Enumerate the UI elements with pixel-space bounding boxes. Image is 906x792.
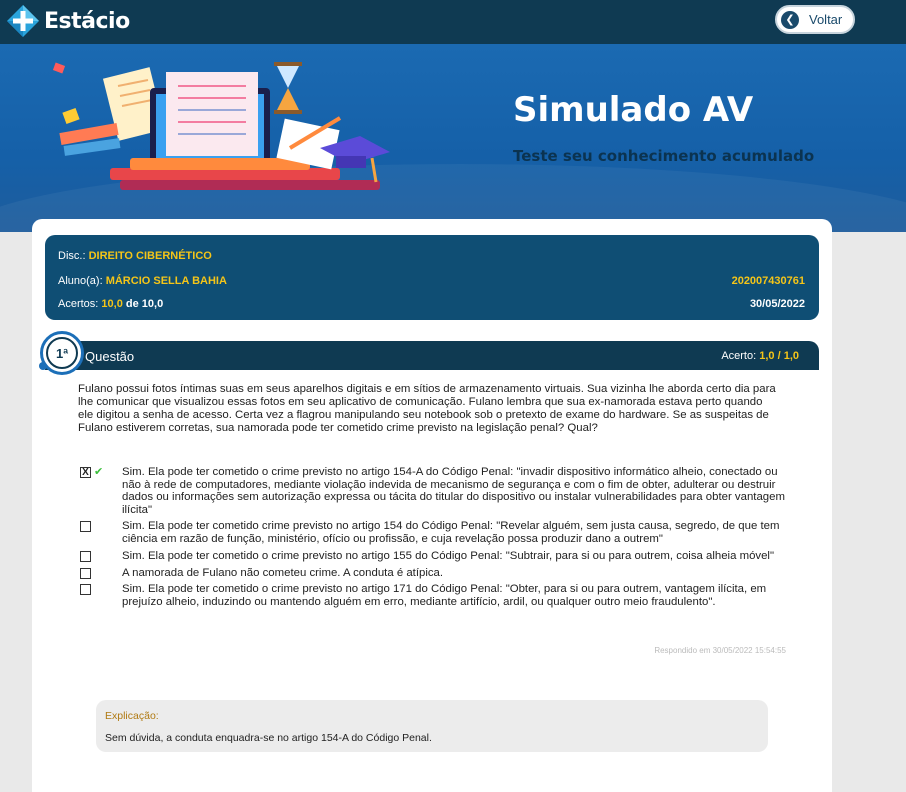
question-score: Acerto: 1,0 / 1,0 [721, 350, 799, 362]
exam-card: Disc.: DIREITO CIBERNÉTICO Aluno(a): MÁR… [32, 219, 832, 792]
option-c[interactable]: Sim. Ela pode ter cometido o crime previ… [78, 550, 798, 563]
score-row: Acertos: 10,0 de 10,0 [58, 298, 163, 310]
option-checkbox[interactable] [80, 521, 91, 532]
question-number: 1ª [46, 337, 78, 369]
acertos-label: Acertos: [58, 298, 99, 310]
estacio-logo[interactable]: Estácio [6, 4, 130, 38]
question-header: 1ª Questão Acerto: 1,0 / 1,0 [39, 331, 819, 375]
student-label: Aluno(a): [58, 275, 103, 287]
answer-options: X ✔ Sim. Ela pode ter cometido o crime p… [78, 466, 798, 608]
explanation-body: Sem dúvida, a conduta enquadra-se no art… [105, 732, 432, 744]
option-text: Sim. Ela pode ter cometido crime previst… [122, 520, 780, 545]
student-name: MÁRCIO SELLA BAHIA [105, 275, 227, 287]
student-id: 202007430761 [731, 275, 805, 287]
option-text: Sim. Ela pode ter cometido o crime previ… [122, 583, 767, 608]
disc-value: DIREITO CIBERNÉTICO [88, 250, 212, 262]
badge-dot [39, 362, 47, 370]
option-d[interactable]: A namorada de Fulano não cometeu crime. … [78, 567, 798, 580]
score-total: / 1,0 [777, 350, 799, 362]
option-text: A namorada de Fulano não cometeu crime. … [122, 566, 444, 579]
option-checkbox[interactable] [80, 551, 91, 562]
hero-banner: Simulado AV Teste seu conhecimento acumu… [0, 44, 906, 232]
option-e[interactable]: Sim. Ela pode ter cometido o crime previ… [78, 583, 798, 608]
question-text: Fulano possui fotos íntimas suas em seus… [78, 383, 776, 434]
acertos-total: de 10,0 [125, 298, 164, 310]
question-number-badge: 1ª [39, 331, 84, 375]
score-label: Acerto: [721, 350, 757, 362]
exam-date: 30/05/2022 [749, 298, 805, 310]
question-label: Questão [85, 349, 135, 364]
option-b[interactable]: Sim. Ela pode ter cometido crime previst… [78, 520, 798, 545]
chevron-left-icon: ❮ [781, 10, 799, 29]
student-row: Aluno(a): MÁRCIO SELLA BAHIA [58, 275, 227, 287]
score-value: 1,0 [759, 350, 775, 362]
explanation-box: Explicação: Sem dúvida, a conduta enquad… [96, 700, 768, 752]
page-subtitle: Teste seu conhecimento acumulado [513, 147, 815, 165]
disc-label: Disc.: [58, 250, 86, 262]
page-title: Simulado AV [513, 90, 754, 130]
top-bar: Estácio ❮ Voltar [0, 0, 906, 44]
explanation-title: Explicação: [105, 710, 159, 722]
option-checkbox[interactable] [80, 567, 91, 579]
option-text: Sim. Ela pode ter cometido o crime previ… [122, 466, 785, 516]
option-checkbox[interactable] [80, 584, 91, 595]
answered-timestamp: Respondido em 30/05/2022 15:54:55 [654, 646, 786, 655]
study-illustration [52, 62, 390, 190]
option-a[interactable]: X ✔ Sim. Ela pode ter cometido o crime p… [78, 466, 798, 516]
back-button-label: Voltar [809, 12, 843, 27]
back-button[interactable]: ❮ Voltar [775, 5, 855, 34]
estacio-logo-icon [7, 5, 39, 37]
brand-name: Estácio [44, 8, 130, 34]
disc-row: Disc.: DIREITO CIBERNÉTICO [58, 250, 212, 262]
student-info-panel: Disc.: DIREITO CIBERNÉTICO Aluno(a): MÁR… [45, 235, 819, 320]
option-text: Sim. Ela pode ter cometido o crime previ… [122, 550, 775, 562]
option-checkbox[interactable]: X [80, 467, 91, 478]
acertos-value: 10,0 [101, 298, 123, 310]
correct-check-icon: ✔ [94, 466, 104, 478]
